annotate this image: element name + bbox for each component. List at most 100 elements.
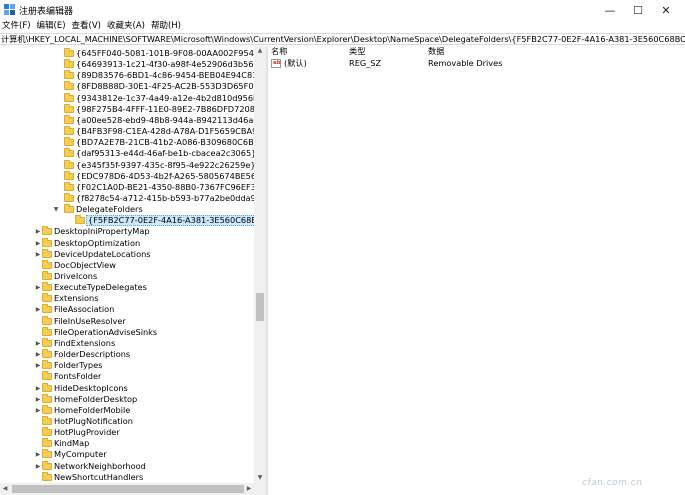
tree-node-label: {8FD8B88D-30E1-4F25-AC2B-553D3D65F0EA} bbox=[76, 81, 266, 92]
folder-icon bbox=[64, 204, 74, 214]
tree-node[interactable]: {B4FB3F98-C1EA-428d-A78A-D1F5659CBA93} bbox=[0, 126, 266, 137]
tree-node[interactable]: HotPlugProvider bbox=[0, 427, 254, 438]
tree-node[interactable]: {f8278c54-a712-415b-b593-b77a2be0dda9} bbox=[0, 192, 261, 204]
chevron-right-icon[interactable]: ▶ bbox=[34, 238, 42, 249]
tree-node[interactable]: ▼ DelegateFolders bbox=[0, 204, 254, 215]
folder-icon bbox=[64, 192, 74, 202]
tree-node[interactable]: {8FD8B88D-30E1-4F25-AC2B-553D3D65F0EA} bbox=[0, 81, 266, 92]
menu-file[interactable]: 文件(F) bbox=[0, 20, 34, 33]
folder-icon bbox=[42, 248, 52, 258]
menu-help[interactable]: 帮助(H) bbox=[148, 20, 184, 33]
tree-node[interactable]: ▶ DesktopOptimization bbox=[0, 237, 254, 249]
tree-node[interactable]: ▶ ExecuteTypeDelegates bbox=[0, 282, 254, 293]
chevron-right-icon[interactable]: ▶ bbox=[34, 461, 42, 472]
tree-node-label: HomeFolderMobile bbox=[54, 404, 131, 415]
tree-node[interactable]: DriveIcons bbox=[0, 271, 254, 282]
close-button[interactable]: ✕ bbox=[652, 0, 680, 20]
column-header-type[interactable]: 类型 bbox=[349, 46, 365, 57]
chevron-right-icon[interactable]: ▶ bbox=[34, 394, 42, 405]
chevron-right-icon[interactable]: ▶ bbox=[34, 449, 42, 460]
menu-favorites[interactable]: 收藏夹(A) bbox=[104, 20, 148, 33]
vertical-scroll-thumb[interactable] bbox=[256, 293, 264, 321]
value-data: Removable Drives bbox=[428, 58, 503, 68]
tree-node[interactable]: FontsFolder bbox=[0, 371, 254, 382]
chevron-right-icon[interactable]: ▶ bbox=[34, 383, 42, 394]
chevron-right-icon[interactable]: ▶ bbox=[34, 226, 42, 237]
chevron-right-icon[interactable]: ▶ bbox=[34, 282, 42, 293]
tree-node-label: DelegateFolders bbox=[76, 204, 143, 215]
tree-node[interactable]: {645FF040-5081-101B-9F08-00AA002F954E} bbox=[0, 48, 264, 59]
maximize-button[interactable]: ☐ bbox=[624, 0, 652, 20]
menu-edit[interactable]: 编辑(E) bbox=[34, 20, 69, 33]
chevron-right-icon[interactable]: ▶ bbox=[34, 405, 42, 416]
tree-node[interactable]: ▶ FolderTypes bbox=[0, 360, 254, 371]
column-header-name[interactable]: 名称 bbox=[271, 46, 287, 57]
tree-node[interactable]: {89D83576-6BD1-4c86-9454-BEB04E94C819} bbox=[0, 70, 266, 81]
tree-node[interactable]: {a00ee528-ebd9-48b8-944a-8942113d46ac} bbox=[0, 114, 263, 126]
address-bar[interactable]: 计算机\HKEY_LOCAL_MACHINE\SOFTWARE\Microsof… bbox=[0, 33, 685, 45]
tree-node[interactable]: {F02C1A0D-BE21-4350-88B0-7367FC96EF3C} bbox=[0, 181, 266, 193]
scroll-down-icon[interactable]: ▼ bbox=[254, 473, 266, 483]
tree-node-label: DesktopOptimization bbox=[54, 237, 141, 248]
value-list[interactable]: 名称 类型 数据 ab (默认) REG_SZ Removable Drives bbox=[268, 46, 685, 495]
tree-node[interactable]: ▶ NetworkNeighborhood bbox=[0, 460, 254, 472]
minimize-button[interactable]: — bbox=[596, 0, 624, 20]
folder-icon bbox=[42, 460, 52, 470]
scroll-left-icon[interactable]: ◀ bbox=[0, 483, 10, 495]
tree-node-label: ExecuteTypeDelegates bbox=[54, 282, 147, 293]
value-row[interactable]: ab (默认) REG_SZ Removable Drives bbox=[268, 58, 685, 69]
tree-node[interactable]: Extensions bbox=[0, 293, 254, 304]
scroll-up-icon[interactable]: ▲ bbox=[254, 46, 266, 56]
tree-node[interactable]: FileOperationAdviseSinks bbox=[0, 326, 254, 338]
folder-icon bbox=[42, 415, 52, 425]
chevron-right-icon[interactable]: ▶ bbox=[34, 338, 42, 349]
tree-node-label: FolderDescriptions bbox=[54, 349, 131, 360]
tree-node[interactable]: FileInUseResolver bbox=[0, 315, 254, 327]
tree-node[interactable]: KindMap bbox=[0, 438, 254, 449]
tree-node[interactable]: ▶ MyComputer bbox=[0, 449, 254, 460]
tree-node[interactable]: {BD7A2E7B-21CB-41b2-A086-B309680C6B7E} bbox=[0, 137, 266, 148]
tree-node-label: {f8278c54-a712-415b-b593-b77a2be0dda9} bbox=[76, 192, 262, 203]
tree-node-label: {BD7A2E7B-21CB-41b2-A086-B309680C6B7E} bbox=[76, 137, 266, 148]
key-tree[interactable]: {645FF040-5081-101B-9F08-00AA002F954E} {6… bbox=[0, 46, 266, 495]
tree-node[interactable]: ▶ HideDesktopIcons bbox=[0, 382, 254, 394]
tree-node[interactable]: ▶ FindExtensions bbox=[0, 337, 254, 349]
tree-node[interactable]: ▶ DesktopIniPropertyMap bbox=[0, 226, 254, 237]
chevron-right-icon[interactable]: ▶ bbox=[34, 360, 42, 371]
tree-node[interactable]: ▶ HomeFolderDesktop bbox=[0, 393, 254, 405]
chevron-right-icon[interactable]: ▶ bbox=[34, 349, 42, 360]
tree-node[interactable]: DocObjectView bbox=[0, 259, 254, 271]
tree-node-label: HideDesktopIcons bbox=[54, 382, 128, 393]
scroll-right-icon[interactable]: ▶ bbox=[244, 483, 254, 495]
tree-node[interactable]: ▶ FolderDescriptions bbox=[0, 349, 254, 360]
tree-node-label: NetworkNeighborhood bbox=[54, 460, 146, 471]
chevron-right-icon[interactable]: ▶ bbox=[34, 304, 42, 315]
folder-icon bbox=[42, 349, 52, 359]
tree-node[interactable]: {98F275B4-4FFF-11E0-89E2-7B86DFD72085} bbox=[0, 103, 265, 115]
folder-icon bbox=[64, 181, 74, 191]
title-bar[interactable]: 注册表编辑器 — ☐ ✕ bbox=[0, 0, 685, 20]
tree-node[interactable]: HotPlugNotification bbox=[0, 415, 254, 427]
tree-node[interactable]: {daf95313-e44d-46af-be1b-cbacea2c3065} bbox=[0, 148, 256, 159]
tree-node[interactable]: {64693913-1c21-4f30-a98f-4e52906d3b56} bbox=[0, 59, 259, 70]
tree-node[interactable]: ▶ HomeFolderMobile bbox=[0, 404, 254, 416]
column-header-data[interactable]: 数据 bbox=[428, 46, 444, 57]
folder-icon bbox=[42, 427, 52, 437]
tree-node[interactable]: {F5FB2C77-0E2F-4A16-A381-3E560C68BC83} bbox=[0, 215, 266, 227]
tree-node[interactable]: {9343812e-1c37-4a49-a12e-4b2d810d956b} bbox=[0, 92, 263, 104]
chevron-right-icon[interactable]: ▶ bbox=[34, 249, 42, 260]
tree-node[interactable]: {EDC978D6-4D53-4b2f-A265-5805674BE568} bbox=[0, 170, 266, 182]
horizontal-scroll-thumb[interactable] bbox=[12, 485, 244, 493]
tree-horizontal-scrollbar[interactable]: ◀ ▶ bbox=[0, 483, 254, 495]
folder-icon bbox=[64, 70, 74, 80]
menu-view[interactable]: 查看(V) bbox=[69, 20, 104, 33]
tree-node[interactable]: NewShortcutHandlers bbox=[0, 471, 254, 483]
tree-vertical-scrollbar[interactable]: ▲ ▼ bbox=[254, 46, 266, 483]
minimize-icon: — bbox=[604, 3, 616, 17]
tree-node[interactable]: {e345f35f-9397-435c-8f95-4e922c26259e} bbox=[0, 159, 256, 171]
tree-node-label: HotPlugNotification bbox=[54, 415, 133, 426]
tree-node[interactable]: ▶ FileAssociation bbox=[0, 304, 254, 315]
folder-icon bbox=[42, 326, 52, 336]
tree-node[interactable]: ▶ DeviceUpdateLocations bbox=[0, 248, 254, 260]
chevron-down-icon[interactable]: ▼ bbox=[52, 204, 60, 215]
